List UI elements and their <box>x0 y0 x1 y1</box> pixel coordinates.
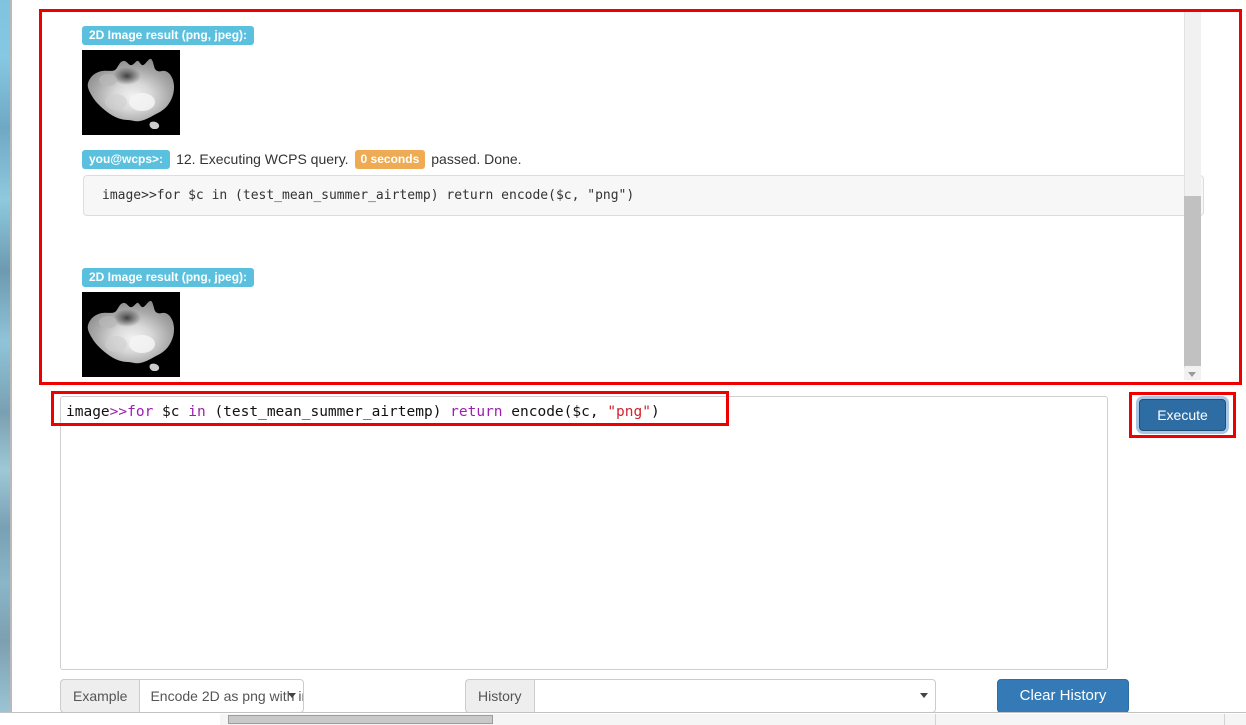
australia-temperature-map-icon <box>82 50 180 135</box>
code-token-operator: >> <box>109 404 128 420</box>
code-token-keyword: for <box>127 404 154 420</box>
desktop-wallpaper-sliver <box>0 0 10 712</box>
example-label: Example <box>60 679 140 713</box>
log-line-wcps-query: you@wcps>: 12. Executing WCPS query. 0 sec… <box>82 148 522 169</box>
code-token-keyword: in <box>188 404 206 420</box>
clear-history-button[interactable]: Clear History <box>997 679 1129 713</box>
prompt-badge: you@wcps>: <box>82 150 171 169</box>
code-token-plain: $c <box>153 404 189 420</box>
browser-window-left-border <box>10 0 12 712</box>
example-select[interactable]: Encode 2D as png with image widget <box>139 679 305 713</box>
code-token-string: "png" <box>607 404 651 420</box>
code-token-plain: image <box>66 404 110 420</box>
history-label: History <box>465 679 534 713</box>
result-image-top[interactable] <box>82 50 180 135</box>
results-scroll-down-button[interactable] <box>1184 368 1201 380</box>
history-group: History <box>465 679 936 713</box>
code-token-keyword: return <box>450 404 503 420</box>
chevron-down-icon <box>288 693 297 698</box>
editor-code-line[interactable]: image>>for $c in (test_mean_summer_airte… <box>61 397 1107 425</box>
results-scrollbar-thumb[interactable] <box>1184 196 1201 366</box>
page-hscrollbar-thumb[interactable] <box>228 715 493 724</box>
image-result-badge: 2D Image result (png, jpeg): <box>82 268 255 287</box>
elapsed-time-badge: 0 seconds <box>354 150 426 169</box>
chevron-down-icon <box>919 693 928 698</box>
code-token-plain: ) <box>650 404 660 420</box>
executed-query-display: image>>for $c in (test_mean_summer_airte… <box>83 175 1204 216</box>
result-entry-image-top: 2D Image result (png, jpeg): <box>82 26 255 45</box>
log-message-before: 12. Executing WCPS query. <box>176 151 349 168</box>
code-token-plain: (test_mean_summer_airtemp) <box>205 404 451 420</box>
hscrollbar-divider <box>935 714 936 725</box>
log-message-after: passed. Done. <box>431 151 522 168</box>
results-output-panel[interactable]: 2D Image result (png, jpeg): you@wcps>: … <box>42 12 1234 380</box>
execute-button[interactable]: Execute <box>1139 399 1226 431</box>
code-token-plain: encode($c, <box>502 404 608 420</box>
history-select[interactable] <box>533 679 936 713</box>
chevron-down-icon <box>1188 372 1196 377</box>
wcps-query-editor[interactable]: image>>for $c in (test_mean_summer_airte… <box>60 396 1108 670</box>
result-image-bottom[interactable] <box>82 292 180 377</box>
example-select-value: Encode 2D as png with image widget <box>150 688 303 704</box>
hscrollbar-divider <box>1224 714 1225 725</box>
editor-toolbar: Example Encode 2D as png with image widg… <box>60 679 1129 713</box>
example-group: Example Encode 2D as png with image widg… <box>60 679 305 713</box>
australia-temperature-map-icon <box>82 292 180 377</box>
result-entry-image-bottom: 2D Image result (png, jpeg): <box>82 268 255 287</box>
image-result-badge: 2D Image result (png, jpeg): <box>82 26 255 45</box>
